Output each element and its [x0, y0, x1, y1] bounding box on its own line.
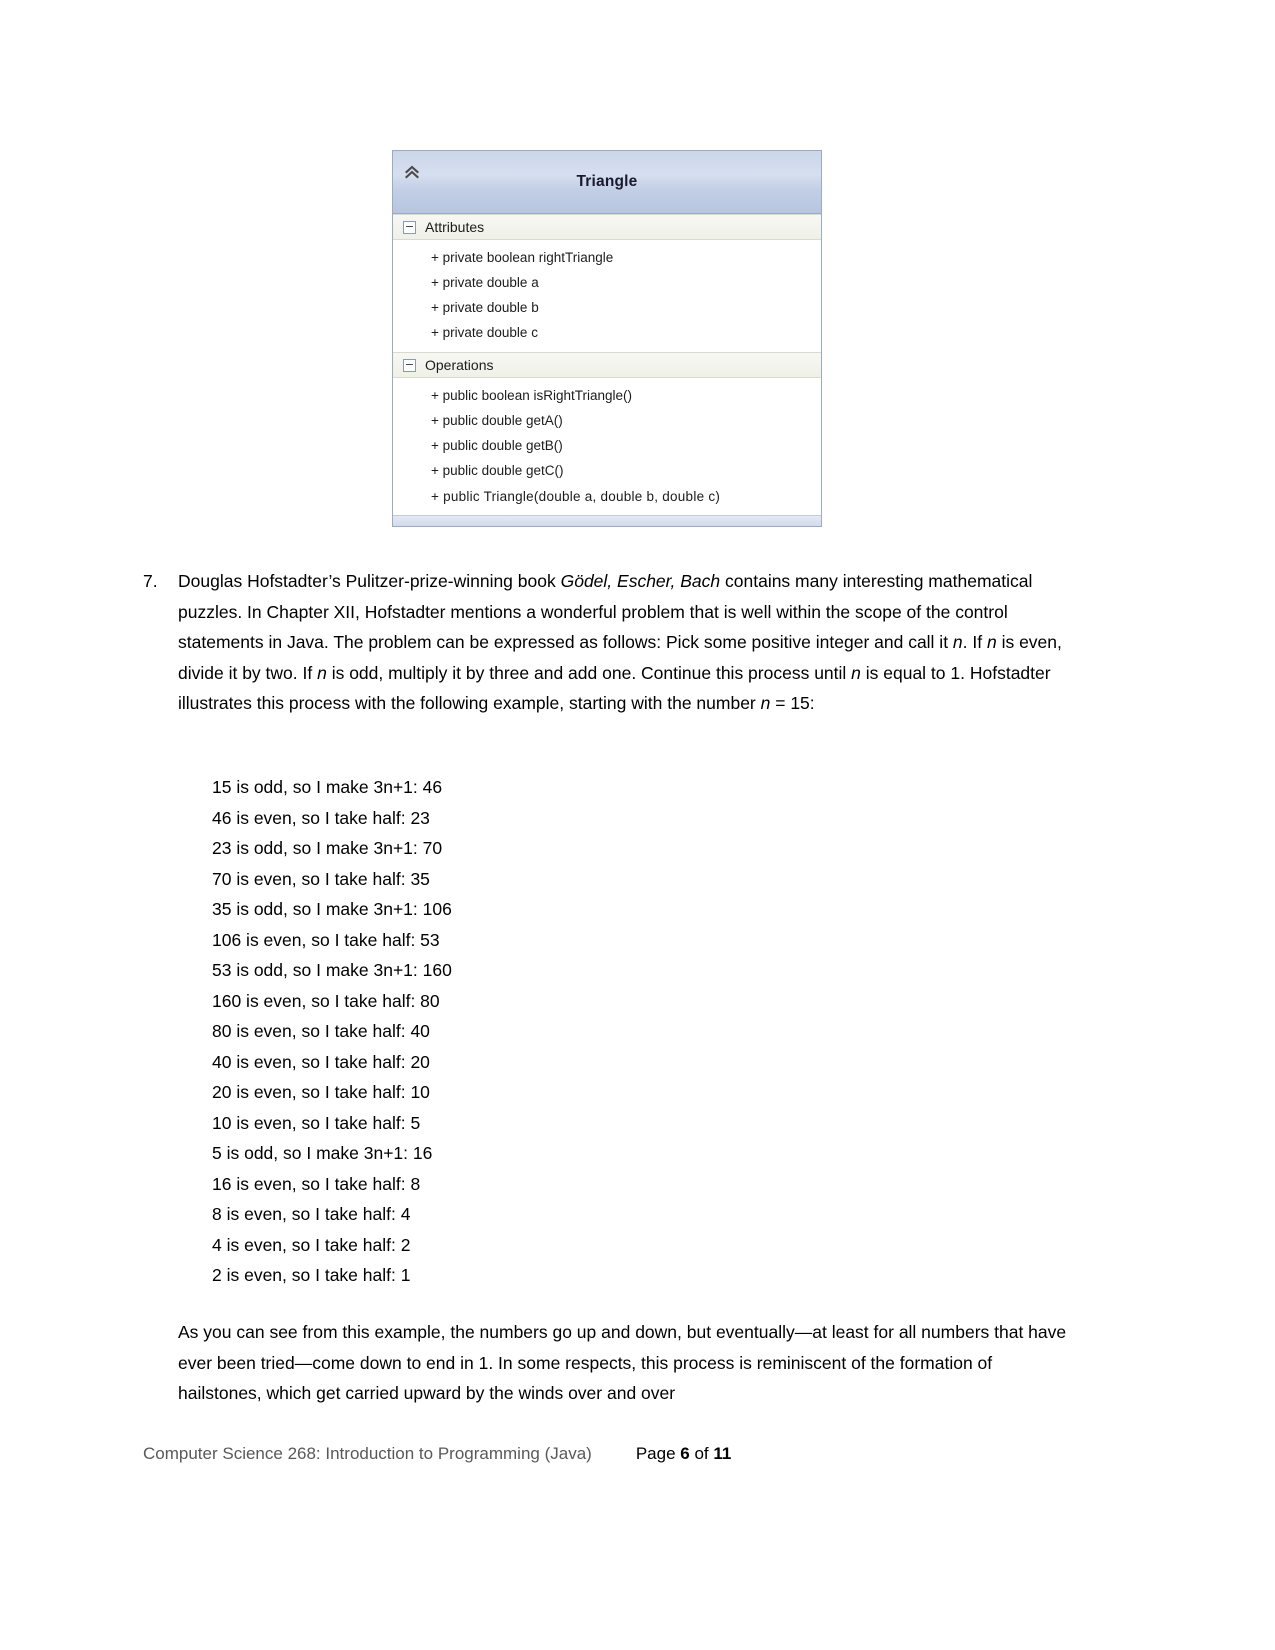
sequence-line: 35 is odd, so I make 3n+1: 106 — [212, 899, 452, 919]
sequence-line: 40 is even, so I take half: 20 — [212, 1051, 430, 1072]
question-text-part-1: Douglas Hofstadter’s Pulitzer-prize-winn… — [178, 571, 561, 591]
page-footer: Computer Science 268: Introduction to Pr… — [143, 1444, 1073, 1464]
footer-page-prefix: Page — [635, 1444, 681, 1463]
sequence-line: 23 is odd, so I make 3n+1: 70 — [212, 838, 443, 858]
uml-section-operations-header[interactable]: Operations — [393, 352, 821, 379]
uml-member: + public boolean isRightTriangle() — [431, 387, 632, 403]
collapse-minus-icon[interactable] — [403, 358, 416, 372]
sequence-line: 8 is even, so I take half: 4 — [212, 1204, 411, 1224]
collapse-minus-icon[interactable] — [403, 220, 416, 234]
sequence-line: 106 is even, so I take half: 53 — [212, 929, 440, 950]
uml-box-footer — [393, 515, 821, 527]
footer-page-mid: of — [689, 1444, 714, 1463]
sequence-line: 16 is even, so I take half: 8 — [212, 1173, 421, 1194]
double-chevron-up-icon[interactable] — [403, 164, 421, 182]
sequence-line: 15 is odd, so I make 3n+1: 46 — [212, 777, 443, 797]
uml-member: + public double getC() — [431, 463, 564, 479]
uml-member: + public Triangle(double a, double b, do… — [431, 488, 721, 504]
question-paragraph: Douglas Hofstadter’s Pulitzer-prize-winn… — [178, 566, 1068, 719]
closing-paragraph: As you can see from this example, the nu… — [178, 1322, 1067, 1403]
uml-member: + public double getA() — [431, 412, 563, 428]
sequence-line: 10 is even, so I take half: 5 — [212, 1112, 421, 1133]
uml-member: + private double b — [431, 300, 539, 316]
uml-member: + private boolean rightTriangle — [431, 249, 614, 265]
sequence-line: 4 is even, so I take half: 2 — [212, 1234, 411, 1255]
uml-member: + private double c — [431, 325, 538, 341]
uml-section-label: Operations — [425, 357, 494, 374]
sequence-line: 160 is even, so I take half: 80 — [212, 990, 440, 1011]
sequence-line: 2 is even, so I take half: 1 — [212, 1265, 411, 1285]
uml-member: + public double getB() — [431, 438, 563, 454]
footer-page-number: Page 6 of 11 — [636, 1444, 732, 1464]
sequence-line: 5 is odd, so I make 3n+1: 16 — [212, 1143, 433, 1163]
uml-class-name: Triangle — [576, 173, 638, 190]
uml-class-box: Triangle Attributes + private boolean ri… — [392, 150, 822, 528]
question-text-part-7: = 15: — [770, 693, 815, 713]
document-page: Triangle Attributes + private boolean ri… — [0, 0, 1275, 1650]
uml-section-attributes-header[interactable]: Attributes — [393, 214, 821, 240]
sequence-line: 20 is even, so I take half: 10 — [212, 1082, 430, 1102]
variable-n: n — [317, 662, 327, 683]
sequence-line: 80 is even, so I take half: 40 — [212, 1021, 430, 1041]
sequence-line: 70 is even, so I take half: 35 — [212, 868, 430, 889]
variable-n: n — [952, 632, 963, 652]
hailstone-sequence-list: 15 is odd, so I make 3n+1: 46 46 is even… — [212, 772, 852, 1291]
question-text-part-3: . If — [962, 632, 987, 652]
variable-n: n — [986, 632, 997, 652]
variable-n: n — [851, 662, 861, 683]
uml-attributes-list: + private boolean rightTriangle + privat… — [393, 240, 821, 353]
sequence-line: 53 is odd, so I make 3n+1: 160 — [212, 960, 452, 980]
footer-page-current: 6 — [680, 1444, 690, 1463]
uml-class-header: Triangle — [393, 151, 821, 214]
question-text-part-5: is odd, multiply it by three and add one… — [326, 662, 852, 683]
variable-n: n — [760, 693, 771, 713]
uml-class-diagram: Triangle Attributes + private boolean ri… — [392, 150, 822, 528]
sequence-line: 46 is even, so I take half: 23 — [212, 807, 430, 828]
footer-page-total: 11 — [713, 1444, 732, 1463]
uml-member: + private double a — [431, 274, 539, 290]
question-number: 7. — [143, 571, 158, 591]
question-item-7: 7. Douglas Hofstadter’s Pulitzer-prize-w… — [143, 566, 1068, 719]
uml-section-label: Attributes — [425, 219, 485, 235]
book-title-italic: Gödel, Escher, Bach — [560, 571, 721, 591]
footer-course-name: Computer Science 268: Introduction to Pr… — [143, 1444, 592, 1463]
uml-operations-list: + public boolean isRightTriangle() + pub… — [393, 378, 821, 516]
